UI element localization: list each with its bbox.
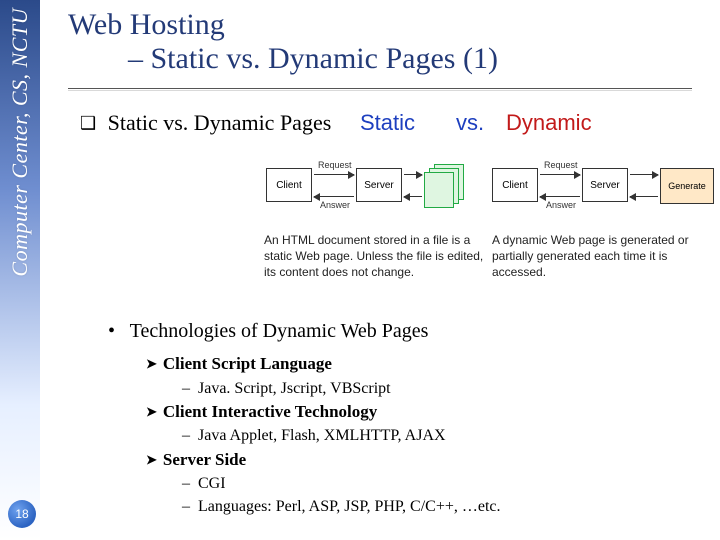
title-line-2: – Static vs. Dynamic Pages (1) [68,42,700,76]
label-request: Request [318,160,352,170]
node-generator: Generate [660,168,714,204]
label-answer: Answer [320,200,350,210]
arrow-request [540,174,580,175]
arrow-request [314,174,354,175]
title-underline [68,88,692,89]
file-stack-icon [424,162,464,206]
tech-server-cgi: CGI [146,472,501,495]
main-bullet: Static vs. Dynamic Pages [80,110,331,136]
node-client: Client [492,168,538,202]
node-server: Server [356,168,402,202]
arrow-to-files [404,174,422,175]
caption-dynamic: A dynamic Web page is generated or parti… [492,232,702,281]
tech-list: Client Script Language Java. Script, Jsc… [146,352,501,519]
tech-client-interactive-items: Java Applet, Flash, XMLHTTP, AJAX [146,424,501,447]
diagram-dynamic: Client Server Request Answer Generate [490,150,720,240]
label-answer: Answer [546,200,576,210]
main-bullet-text: Static vs. Dynamic Pages [108,110,332,135]
file-sheet-icon [424,172,454,208]
node-server: Server [582,168,628,202]
page-number: 18 [15,507,28,521]
diagram-static: Client Server Request Answer [264,150,474,240]
arrow-to-generator [630,174,658,175]
arrow-from-generator [630,196,658,197]
tech-server-languages: Languages: Perl, ASP, JSP, PHP, C/C++, …… [146,495,501,518]
column-header-static: Static [360,110,415,136]
arrow-answer [540,196,580,197]
tech-client-interactive-label: Client Interactive Technology [146,400,501,425]
tech-client-script-label: Client Script Language [146,352,501,377]
title-line-1: Web Hosting [68,8,700,42]
caption-static: An HTML document stored in a file is a s… [264,232,484,281]
column-header-dynamic: Dynamic [506,110,592,136]
slide-title: Web Hosting – Static vs. Dynamic Pages (… [68,8,700,76]
tech-server-side-label: Server Side [146,448,501,473]
sidebar-affiliation: Computer Center, CS, NCTU [0,8,40,368]
arrow-answer [314,196,354,197]
tech-heading-text: Technologies of Dynamic Web Pages [130,320,429,342]
node-client: Client [266,168,312,202]
sidebar-affiliation-text: Computer Center, CS, NCTU [7,8,33,277]
tech-client-script-items: Java. Script, Jscript, VBScript [146,377,501,400]
label-request: Request [544,160,578,170]
tech-heading: Technologies of Dynamic Web Pages [108,320,428,343]
slide: Computer Center, CS, NCTU 18 Web Hosting… [0,0,720,540]
arrow-from-files [404,196,422,197]
column-header-vs: vs. [456,110,484,136]
page-number-badge: 18 [8,500,36,528]
